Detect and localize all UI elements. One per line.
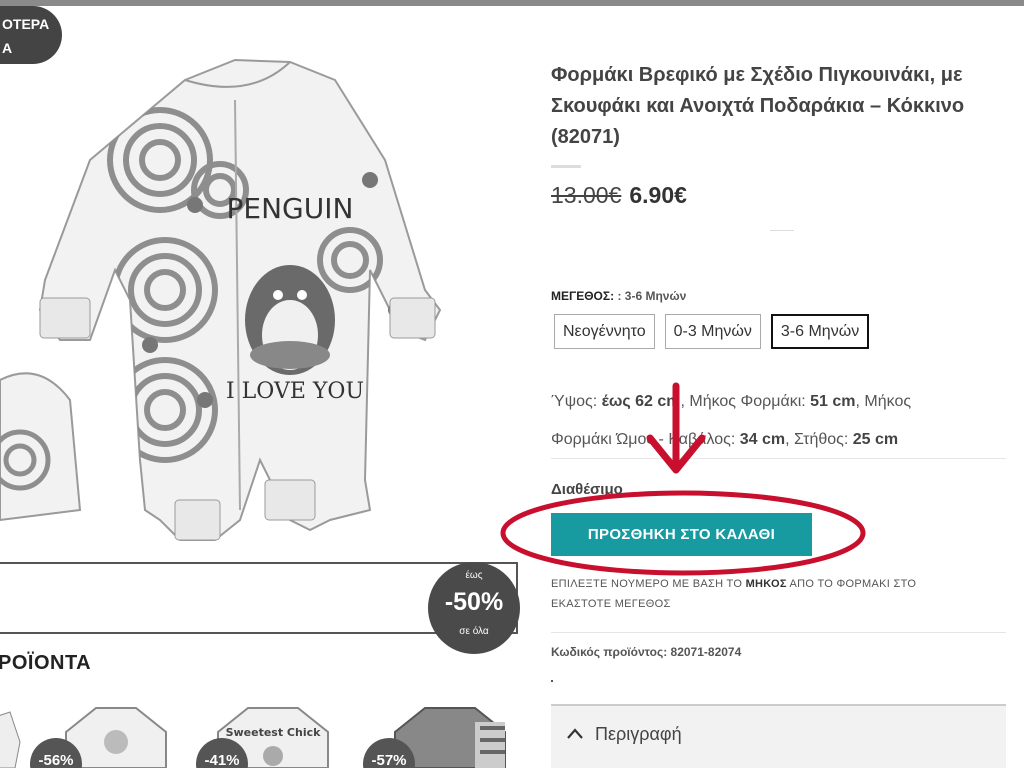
discount-circle-value: -50% [444, 588, 504, 616]
size-label-text: ΜΕΓΕΘΟΣ: [551, 289, 615, 303]
promo-pill-line1: ΟΤΕΡΑ [2, 16, 50, 32]
tab-description-label: Περιγραφή [595, 724, 682, 744]
length-value: 51 cm [810, 393, 856, 410]
length-trail: Μήκος [864, 393, 912, 410]
discount-circle[interactable]: έως -50% σε όλα [428, 562, 520, 654]
current-price: 6.90€ [629, 182, 687, 208]
shoulder-value: 34 cm [739, 431, 786, 448]
related-product-print: Sweetest Chick [226, 726, 322, 739]
chevron-up-icon [567, 728, 583, 739]
size-selected-value: : 3-6 Μηνών [617, 289, 687, 303]
product-title: Φορμάκι Βρεφικό με Σχέδιο Πιγκουινάκι, μ… [551, 64, 965, 148]
length-label: Μήκος Φορμάκι: [689, 393, 806, 410]
top-bar [0, 0, 1024, 6]
chest-value: 25 cm [852, 431, 899, 448]
size-note-bold: ΜΗΚΟΣ [745, 578, 787, 590]
promo-pill[interactable]: ΟΤΕΡΑ Α [0, 6, 62, 64]
tab-description[interactable]: Περιγραφή [551, 704, 1006, 768]
add-to-cart-button[interactable]: ΠΡΟΣΘΗΚΗ ΣΤΟ ΚΑΛΑΘΙ [551, 513, 812, 556]
size-option-3-6-months[interactable]: 3-6 Μηνών [770, 314, 870, 349]
old-price: 13.00€ [551, 182, 622, 208]
size-option-0-3-months[interactable]: 0-3 Μηνών [664, 314, 761, 349]
size-note: ΕΠΙΛΕΞΤΕ ΝΟΥΜΕΡΟ ΜΕ ΒΑΣΗ ΤΟ ΜΗΚΟΣ ΑΠΟ ΤΟ… [551, 574, 971, 614]
height-value: έως 62 cm [601, 393, 681, 410]
divider [551, 632, 1006, 633]
promo-pill-line2: Α [2, 40, 13, 56]
related-products-heading: ΡΟΪΟΝΤΑ [0, 652, 92, 674]
product-sku: Κωδικός προϊόντος: 82071-82074 [551, 645, 742, 659]
divider [770, 230, 794, 231]
dot [551, 680, 553, 682]
discount-circle-top: έως [465, 570, 483, 581]
chest-label: Στήθος: [794, 431, 849, 448]
size-label: ΜΕΓΕΘΟΣ: : 3-6 Μηνών [551, 289, 686, 303]
shoulder-label: Φορμάκι Ώμος - Καβάλος: [551, 431, 736, 448]
size-options: Νεογέννητο 0-3 Μηνών 3-6 Μηνών [554, 314, 870, 349]
divider [551, 458, 1006, 459]
price: 13.00€ 6.90€ [551, 182, 687, 209]
size-note-text: ΕΠΙΛΕΞΤΕ ΝΟΥΜΕΡΟ ΜΕ ΒΑΣΗ ΤΟ [551, 578, 743, 590]
height-label: Ύψος: [551, 393, 598, 410]
product-image[interactable]: PENGUIN I LOVE YOU [0, 40, 530, 560]
title-divider [551, 165, 581, 168]
size-option-newborn[interactable]: Νεογέννητο [554, 314, 655, 349]
discount-circle-bottom: σε όλα [459, 626, 489, 637]
availability-status: Διαθέσιμο [551, 481, 623, 498]
product-dimensions: Ύψος: έως 62 cm, Μήκος Φορμάκι: 51 cm, Μ… [551, 393, 912, 448]
romper-print-top: PENGUIN [227, 192, 354, 225]
romper-print-bottom: I LOVE YOU [226, 379, 364, 404]
